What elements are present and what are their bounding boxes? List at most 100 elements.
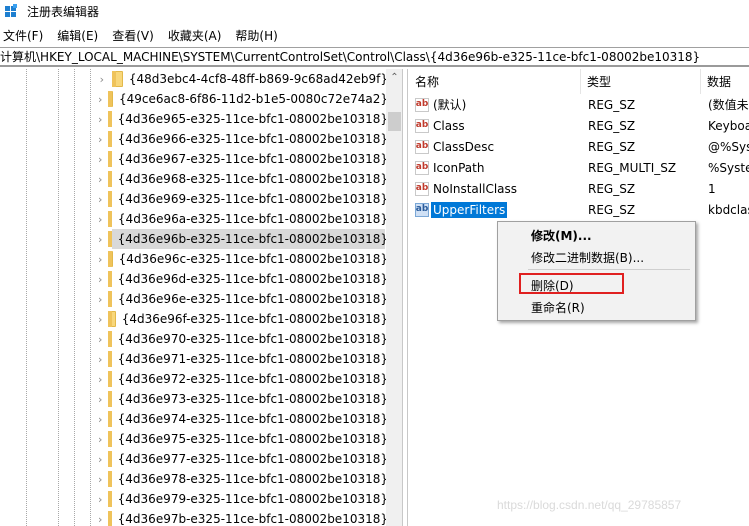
context-menu: 修改(M)... 修改二进制数据(B)... 删除(D) 重命名(R) (497, 221, 696, 321)
tree-item[interactable]: › {4d36e97b-e325-11ce-bfc1-08002be10318} (98, 509, 388, 526)
value-name: IconPath (433, 160, 485, 175)
tree-item-label: {4d36e973-e325-11ce-bfc1-08002be10318} (117, 392, 388, 406)
value-row[interactable]: abUpperFilters REG_SZ kbdclas (409, 199, 749, 220)
tree-item[interactable]: › {4d36e971-e325-11ce-bfc1-08002be10318} (98, 349, 388, 369)
value-data: kbdclas (708, 202, 749, 217)
chevron-right-icon[interactable]: › (98, 369, 102, 389)
value-data: (数值未 (708, 98, 749, 112)
tree-item[interactable]: › {4d36e96b-e325-11ce-bfc1-08002be10318} (98, 229, 388, 249)
tree-item[interactable]: › {4d36e965-e325-11ce-bfc1-08002be10318} (98, 109, 388, 129)
chevron-right-icon[interactable]: › (98, 449, 102, 469)
tree-item[interactable]: › {4d36e968-e325-11ce-bfc1-08002be10318} (98, 169, 388, 189)
tree-item-label: {4d36e967-e325-11ce-bfc1-08002be10318} (117, 152, 388, 166)
value-row[interactable]: ab NoInstallClass REG_SZ 1 (409, 178, 749, 199)
chevron-right-icon[interactable]: › (98, 109, 102, 129)
chevron-right-icon[interactable]: › (98, 249, 102, 269)
chevron-right-icon[interactable]: › (98, 189, 102, 209)
menu-edit[interactable]: 编辑(E) (53, 27, 104, 44)
menu-item-modify-binary[interactable]: 修改二进制数据(B)... (498, 246, 695, 268)
tree-scrollbar[interactable]: ⌃ (386, 69, 402, 526)
tree-item[interactable]: › {4d36e975-e325-11ce-bfc1-08002be10318} (98, 429, 388, 449)
chevron-right-icon[interactable]: › (98, 409, 102, 429)
chevron-right-icon[interactable]: › (98, 349, 102, 369)
chevron-right-icon[interactable]: › (98, 489, 102, 509)
tree-item-label: {49ce6ac8-6f86-11d2-b1e5-0080c72e74a2} (118, 92, 388, 106)
folder-icon (108, 171, 113, 187)
menu-help[interactable]: 帮助(H) (231, 27, 283, 44)
tree-item-label: {4d36e96b-e325-11ce-bfc1-08002be10318} (117, 232, 388, 246)
chevron-right-icon[interactable]: › (98, 129, 102, 149)
tree-item[interactable]: › {4d36e967-e325-11ce-bfc1-08002be10318} (98, 149, 388, 169)
menu-favorites[interactable]: 收藏夹(A) (164, 27, 228, 44)
chevron-right-icon[interactable]: › (98, 509, 102, 526)
tree-item-label: {4d36e970-e325-11ce-bfc1-08002be10318} (117, 332, 388, 346)
chevron-right-icon[interactable]: › (98, 389, 102, 409)
string-value-icon: ab (415, 202, 429, 217)
value-row[interactable]: ab (默认) REG_SZ (数值未 (409, 94, 749, 115)
tree-item[interactable]: › {49ce6ac8-6f86-11d2-b1e5-0080c72e74a2} (98, 89, 388, 109)
tree-item[interactable]: › {4d36e974-e325-11ce-bfc1-08002be10318} (98, 409, 388, 429)
tree-item[interactable]: › {48d3ebc4-4cf8-48ff-b869-9c68ad42eb9f} (98, 69, 388, 89)
tree-item-label: {4d36e966-e325-11ce-bfc1-08002be10318} (117, 132, 388, 146)
tree-guide-line (90, 69, 91, 526)
tree-item[interactable]: › {4d36e96c-e325-11ce-bfc1-08002be10318} (98, 249, 388, 269)
chevron-right-icon[interactable]: › (98, 209, 102, 229)
tree-item[interactable]: › {4d36e96d-e325-11ce-bfc1-08002be10318} (98, 269, 388, 289)
column-header-data[interactable]: 数据 (701, 69, 749, 94)
folder-icon (108, 351, 113, 367)
window-title: 注册表编辑器 (27, 4, 100, 19)
value-row[interactable]: ab IconPath REG_MULTI_SZ %Syste (409, 157, 749, 178)
menu-view[interactable]: 查看(V) (108, 27, 160, 44)
chevron-right-icon[interactable]: › (98, 469, 102, 489)
tree-guide-line (74, 69, 75, 526)
chevron-right-icon[interactable]: › (98, 149, 102, 169)
tree-item[interactable]: › {4d36e966-e325-11ce-bfc1-08002be10318} (98, 129, 388, 149)
pane-splitter[interactable] (403, 69, 408, 526)
tree-item-label: {4d36e975-e325-11ce-bfc1-08002be10318} (117, 432, 388, 446)
tree-item[interactable]: › {4d36e979-e325-11ce-bfc1-08002be10318} (98, 489, 388, 509)
string-value-icon: ab (415, 118, 429, 133)
tree-item-label: {4d36e971-e325-11ce-bfc1-08002be10318} (117, 352, 388, 366)
column-header-name[interactable]: 名称 (409, 69, 581, 94)
chevron-right-icon[interactable]: › (98, 429, 102, 449)
menu-bar: 文件(F) 编辑(E) 查看(V) 收藏夹(A) 帮助(H) (0, 25, 749, 45)
chevron-right-icon[interactable]: › (98, 269, 102, 289)
tree-item[interactable]: › {4d36e978-e325-11ce-bfc1-08002be10318} (98, 469, 388, 489)
scroll-up-arrow-icon[interactable]: ⌃ (386, 69, 402, 86)
menu-file[interactable]: 文件(F) (0, 27, 49, 44)
folder-icon (108, 431, 113, 447)
value-row[interactable]: ab Class REG_SZ Keyboa (409, 115, 749, 136)
tree-item[interactable]: › {4d36e969-e325-11ce-bfc1-08002be10318} (98, 189, 388, 209)
address-bar[interactable]: 计算机\HKEY_LOCAL_MACHINE\SYSTEM\CurrentCon… (0, 47, 749, 67)
chevron-right-icon[interactable]: › (98, 309, 102, 329)
menu-item-modify[interactable]: 修改(M)... (498, 224, 695, 246)
folder-icon (108, 251, 113, 267)
menu-item-rename[interactable]: 重命名(R) (498, 296, 695, 318)
tree-item[interactable]: › {4d36e977-e325-11ce-bfc1-08002be10318} (98, 449, 388, 469)
tree-item[interactable]: › {4d36e96f-e325-11ce-bfc1-08002be10318} (98, 309, 388, 329)
value-name: UpperFilters (431, 201, 508, 218)
tree-item[interactable]: › {4d36e96a-e325-11ce-bfc1-08002be10318} (98, 209, 388, 229)
column-header-type[interactable]: 类型 (581, 69, 701, 94)
value-type: REG_SZ (588, 202, 636, 217)
chevron-right-icon[interactable]: › (98, 289, 102, 309)
tree-item-label: {4d36e96e-e325-11ce-bfc1-08002be10318} (117, 292, 388, 306)
tree-item[interactable]: › {4d36e972-e325-11ce-bfc1-08002be10318} (98, 369, 388, 389)
value-data: %Syste (708, 160, 749, 175)
value-type: REG_SZ (588, 181, 636, 196)
tree-item[interactable]: › {4d36e973-e325-11ce-bfc1-08002be10318} (98, 389, 388, 409)
value-row[interactable]: ab ClassDesc REG_SZ @%Sys (409, 136, 749, 157)
chevron-right-icon[interactable]: › (98, 329, 102, 349)
chevron-right-icon[interactable]: › (98, 69, 106, 89)
scroll-thumb[interactable] (388, 112, 401, 131)
tree-item[interactable]: › {4d36e96e-e325-11ce-bfc1-08002be10318} (98, 289, 388, 309)
registry-editor-icon (5, 4, 19, 18)
chevron-right-icon[interactable]: › (98, 229, 102, 249)
chevron-right-icon[interactable]: › (98, 89, 102, 109)
tree-item-label: {4d36e968-e325-11ce-bfc1-08002be10318} (117, 172, 388, 186)
folder-icon (108, 371, 113, 387)
delete-highlight-box (519, 273, 624, 294)
tree-item-label: {4d36e978-e325-11ce-bfc1-08002be10318} (117, 472, 388, 486)
tree-item[interactable]: › {4d36e970-e325-11ce-bfc1-08002be10318} (98, 329, 388, 349)
chevron-right-icon[interactable]: › (98, 169, 102, 189)
